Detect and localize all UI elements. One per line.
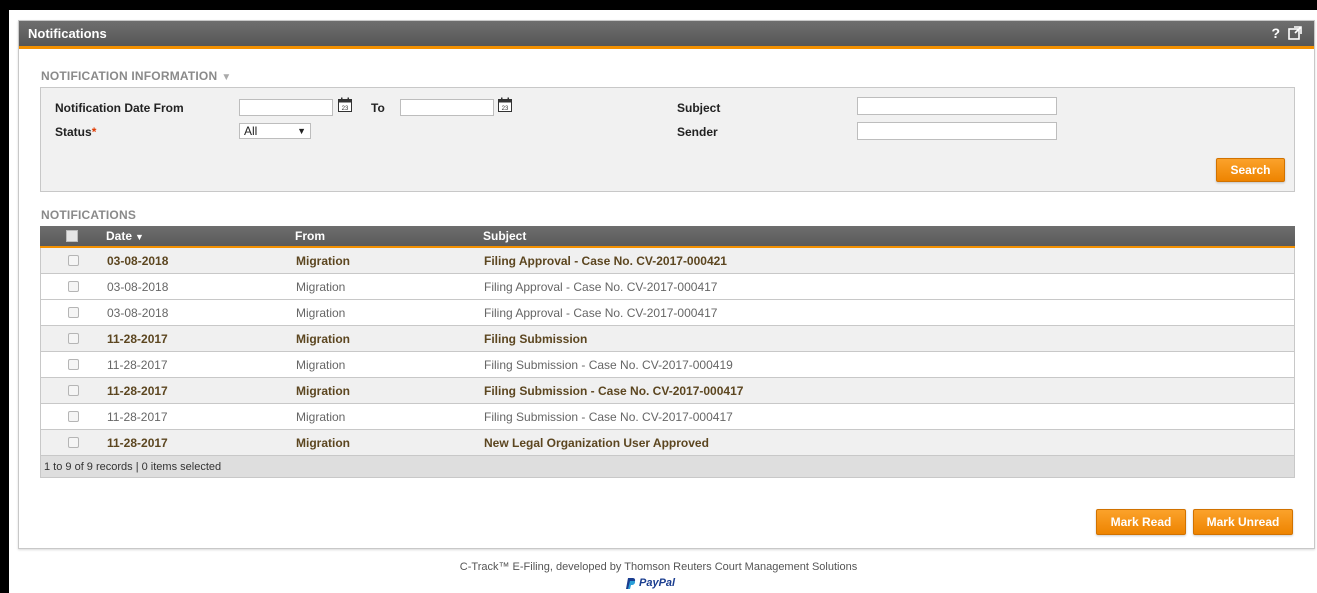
svg-text:23: 23: [342, 106, 349, 112]
cell-subject[interactable]: Filing Submission - Case No. CV-2017-000…: [484, 410, 733, 424]
row-checkbox[interactable]: [68, 411, 79, 422]
cell-from: Migration: [296, 410, 346, 424]
sender-label: Sender: [677, 125, 718, 139]
cell-date: 11-28-2017: [107, 384, 168, 398]
column-date[interactable]: Date ▼: [106, 229, 144, 243]
cell-date: 11-28-2017: [107, 410, 168, 424]
row-checkbox[interactable]: [68, 437, 79, 448]
cell-from: Migration: [296, 306, 346, 320]
popout-icon[interactable]: [1288, 26, 1302, 40]
table-row[interactable]: 11-28-2017 Migration Filing Submission: [40, 326, 1295, 352]
filter-form: Notification Date From 23 To 23 Status* …: [40, 87, 1295, 192]
date-to-input[interactable]: [400, 99, 494, 116]
status-label: Status*: [55, 125, 97, 139]
cell-subject[interactable]: Filing Submission - Case No. CV-2017-000…: [484, 358, 733, 372]
panel-header: Notifications ?: [19, 21, 1314, 49]
calendar-from-icon[interactable]: 23: [338, 97, 352, 112]
notification-information-label[interactable]: NOTIFICATION INFORMATION ▼: [41, 69, 231, 83]
status-select-value: All: [244, 124, 258, 138]
row-checkbox[interactable]: [68, 281, 79, 292]
table-row[interactable]: 11-28-2017 Migration Filing Submission - C…: [40, 352, 1295, 378]
panel-title: Notifications: [28, 26, 107, 41]
cell-date: 11-28-2017: [107, 358, 168, 372]
notifications-section-label: NOTIFICATIONS: [41, 208, 137, 222]
dropdown-arrow-icon: ▼: [297, 126, 306, 136]
help-icon[interactable]: ?: [1271, 25, 1280, 41]
cell-from: Migration: [296, 384, 350, 398]
table-row[interactable]: 11-28-2017 Migration New Legal Organizatio…: [40, 430, 1295, 456]
notifications-panel: Notifications ? NOTIFICATION INFORMATION…: [18, 20, 1315, 549]
paypal-text: PayPal: [639, 577, 676, 589]
cell-from: Migration: [296, 436, 350, 450]
cell-subject[interactable]: Filing Approval - Case No. CV-2017-00042…: [484, 254, 727, 268]
date-from-label: Notification Date From: [55, 101, 184, 115]
grid-body: 03-08-2018 Migration Filing Approval - Cas…: [40, 248, 1295, 456]
cell-subject[interactable]: Filing Submission - Case No. CV-2017-000…: [484, 384, 743, 398]
date-to-label: To: [371, 101, 385, 115]
grid-footer-status: 1 to 9 of 9 records | 0 items selected: [40, 456, 1295, 478]
cell-subject[interactable]: Filing Approval - Case No. CV-2017-00041…: [484, 306, 717, 320]
cell-date: 03-08-2018: [107, 254, 169, 268]
status-select[interactable]: All ▼: [239, 123, 311, 139]
table-row[interactable]: 03-08-2018 Migration Filing Approval - Cas…: [40, 274, 1295, 300]
calendar-to-icon[interactable]: 23: [498, 97, 512, 112]
cell-from: Migration: [296, 358, 346, 372]
cell-subject[interactable]: New Legal Organization User Approved: [484, 436, 709, 450]
mark-unread-button[interactable]: Mark Unread: [1193, 509, 1293, 535]
mark-read-button[interactable]: Mark Read: [1096, 509, 1186, 535]
date-from-input[interactable]: [239, 99, 333, 116]
footer-credit: C-Track™ E-Filing, developed by Thomson …: [459, 561, 858, 573]
grid-header: Date ▼ From Subject: [40, 226, 1295, 248]
required-mark: *: [91, 125, 97, 139]
subject-label: Subject: [677, 101, 721, 115]
cell-subject[interactable]: Filing Submission: [484, 332, 587, 346]
row-checkbox[interactable]: [68, 333, 79, 344]
row-checkbox[interactable]: [68, 307, 79, 318]
select-all-checkbox[interactable]: [66, 230, 78, 242]
sender-input[interactable]: [857, 122, 1057, 140]
cell-from: Migration: [296, 332, 350, 346]
notifications-grid: Date ▼ From Subject 03-08-2018 Migration Fi…: [40, 226, 1295, 478]
subject-input[interactable]: [857, 97, 1057, 115]
cell-date: 03-08-2018: [107, 280, 169, 294]
column-from[interactable]: From: [295, 229, 325, 243]
cell-subject[interactable]: Filing Approval - Case No. CV-2017-00041…: [484, 280, 717, 294]
cell-date: 11-28-2017: [107, 332, 168, 346]
sort-desc-icon: ▼: [135, 232, 144, 242]
table-row[interactable]: 03-08-2018 Migration Filing Approval - Cas…: [40, 300, 1295, 326]
cell-from: Migration: [296, 280, 346, 294]
cell-date: 11-28-2017: [107, 436, 168, 450]
cell-from: Migration: [296, 254, 350, 268]
table-row[interactable]: 03-08-2018 Migration Filing Approval - Cas…: [40, 248, 1295, 274]
window-left-border: [0, 0, 9, 593]
column-subject[interactable]: Subject: [483, 229, 526, 243]
search-button[interactable]: Search: [1216, 158, 1285, 182]
cell-date: 03-08-2018: [107, 306, 169, 320]
svg-text:23: 23: [502, 106, 509, 112]
table-row[interactable]: 11-28-2017 Migration Filing Submission - C…: [40, 404, 1295, 430]
window-top-border: [0, 0, 1317, 10]
row-checkbox[interactable]: [68, 359, 79, 370]
paypal-icon: [626, 577, 636, 589]
paypal-logo[interactable]: PayPal: [626, 577, 675, 589]
row-checkbox[interactable]: [68, 255, 79, 266]
row-checkbox[interactable]: [68, 385, 79, 396]
table-row[interactable]: 11-28-2017 Migration Filing Submission - C…: [40, 378, 1295, 404]
collapse-chevron-icon[interactable]: ▼: [221, 72, 231, 83]
